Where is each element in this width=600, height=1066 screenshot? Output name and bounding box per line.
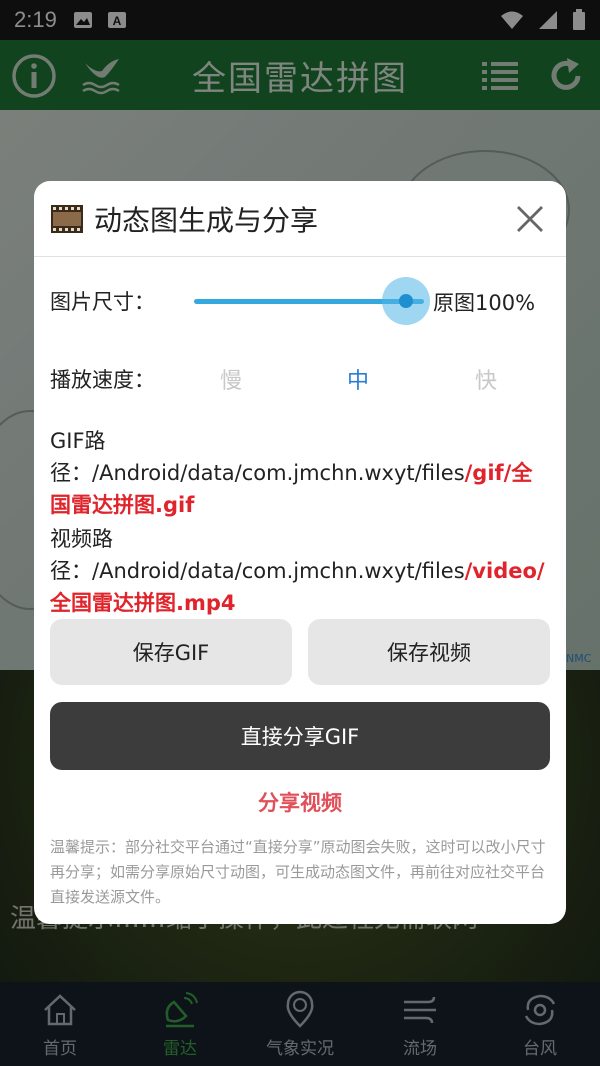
save-video-button[interactable]: 保存视频 [308, 619, 550, 685]
dialog-title: 动态图生成与分享 [94, 203, 319, 237]
film-icon [51, 204, 83, 233]
image-size-row: 图片尺寸： 原图100% [50, 277, 550, 325]
size-value: 原图100% [433, 291, 536, 315]
size-slider-thumb[interactable] [399, 294, 413, 308]
gif-path-prefix: /Android/data/com.jmchn.wxyt/files [92, 461, 465, 485]
share-video-link[interactable]: 分享视频 [34, 787, 566, 817]
video-path-block: 视频路径：/Android/data/com.jmchn.wxyt/files/… [50, 523, 550, 619]
size-label: 图片尺寸： [50, 290, 155, 314]
save-button-row: 保存GIF 保存视频 [50, 619, 550, 685]
speed-label: 播放速度： [50, 368, 155, 392]
dialog-header: 动态图生成与分享 [34, 181, 566, 257]
video-path-prefix: /Android/data/com.jmchn.wxyt/files [92, 559, 465, 583]
speed-option-medium[interactable]: 中 [347, 363, 369, 395]
tip-text: 温馨提示：部分社交平台通过“直接分享”原动图会失败，这时可以改小尺寸再分享；如需… [50, 838, 546, 906]
save-gif-button[interactable]: 保存GIF [50, 619, 292, 685]
speed-option-slow[interactable]: 慢 [220, 363, 242, 395]
close-icon [517, 205, 543, 232]
close-button[interactable] [510, 199, 550, 239]
share-gif-button[interactable]: 直接分享GIF [50, 702, 550, 770]
playback-speed-row: 播放速度： 慢 中 快 [50, 359, 550, 399]
speed-option-fast[interactable]: 快 [475, 363, 497, 395]
gif-path-block: GIF路径：/Android/data/com.jmchn.wxyt/files… [50, 425, 550, 521]
gif-share-dialog: 动态图生成与分享 图片尺寸： 原图100% 播放速度： 慢 中 快 GIF路径：… [34, 181, 566, 924]
